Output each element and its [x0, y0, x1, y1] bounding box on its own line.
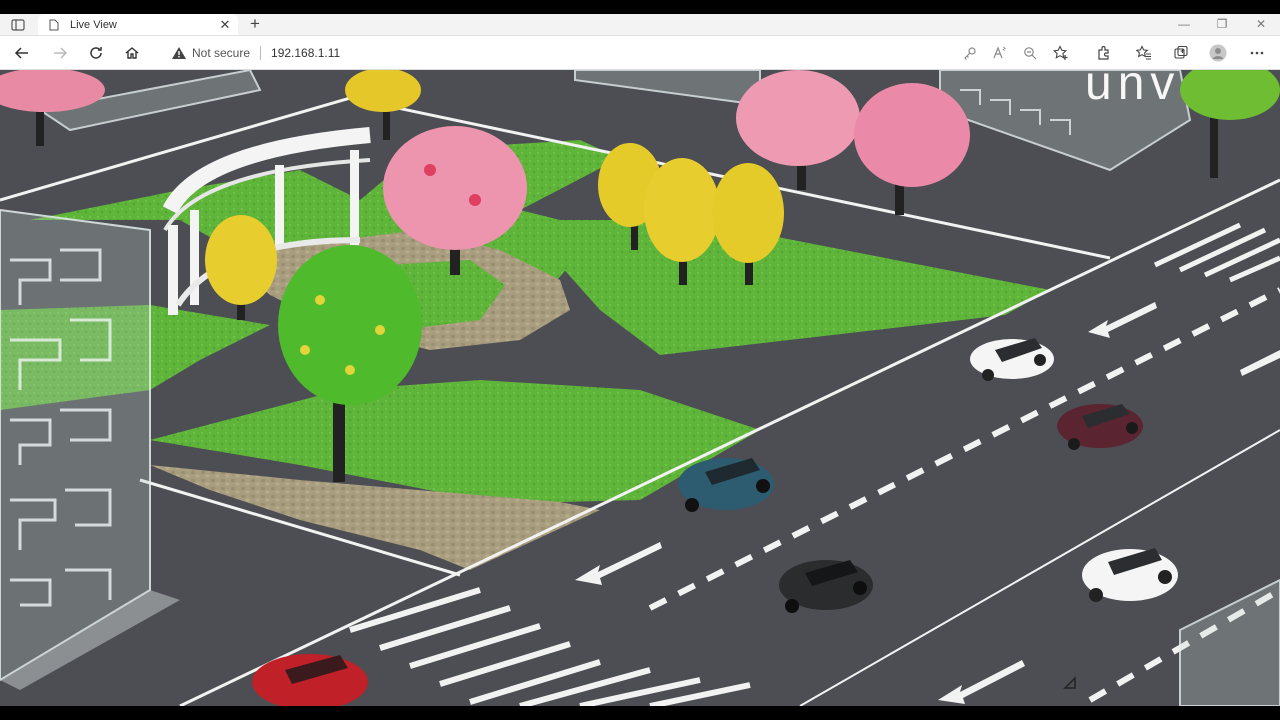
- favorites-icon[interactable]: [1135, 44, 1153, 62]
- camera-watermark-logo: unv: [1085, 70, 1181, 110]
- key-icon[interactable]: [961, 44, 979, 62]
- home-icon[interactable]: [122, 43, 142, 63]
- add-favorite-icon[interactable]: [1052, 44, 1070, 62]
- tab-actions-icon[interactable]: [10, 17, 26, 33]
- profile-avatar-icon[interactable]: [1209, 44, 1227, 62]
- tab-strip: Live View ✕ + — ❐ ✕: [0, 14, 1280, 36]
- page-icon: [49, 19, 59, 30]
- refresh-icon[interactable]: [86, 43, 106, 63]
- url-text[interactable]: 192.168.1.11: [271, 46, 340, 60]
- security-label[interactable]: Not secure: [192, 46, 250, 60]
- tab-close-icon[interactable]: ✕: [216, 17, 234, 33]
- close-window-icon[interactable]: ✕: [1243, 16, 1279, 33]
- minimize-icon[interactable]: —: [1166, 16, 1202, 33]
- collections-icon[interactable]: [1172, 44, 1190, 62]
- address-divider: [260, 45, 262, 60]
- new-tab-icon[interactable]: +: [246, 15, 264, 33]
- forward-icon[interactable]: [50, 43, 70, 63]
- zoom-out-icon[interactable]: [1021, 44, 1039, 62]
- extensions-icon[interactable]: [1095, 44, 1113, 62]
- address-bar[interactable]: Not secure 192.168.1.11: [158, 39, 1080, 66]
- more-options-icon[interactable]: [1248, 44, 1266, 62]
- back-icon[interactable]: [12, 43, 32, 63]
- read-aloud-icon[interactable]: [991, 44, 1009, 62]
- maximize-icon[interactable]: ❐: [1204, 16, 1240, 33]
- tab-title: Live View: [70, 18, 117, 31]
- camera-live-feed[interactable]: unv: [0, 70, 1280, 706]
- tab-live-view[interactable]: Live View ✕: [38, 14, 238, 35]
- window-frame-bottom: [0, 706, 1280, 720]
- warning-icon[interactable]: [171, 45, 187, 61]
- browser-toolbar: Not secure 192.168.1.11: [0, 36, 1280, 70]
- window-frame-top: [0, 0, 1280, 14]
- scene-model: [0, 70, 1280, 706]
